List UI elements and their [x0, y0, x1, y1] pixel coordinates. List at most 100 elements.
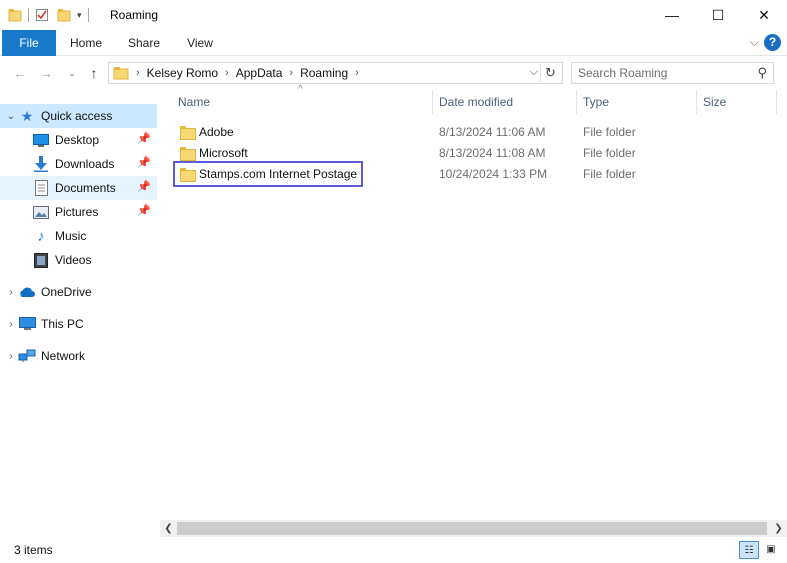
- pin-icon: 📌: [137, 133, 151, 145]
- collapsed-chevron-icon[interactable]: ›: [4, 287, 18, 298]
- file-name-cell[interactable]: Adobe: [180, 123, 234, 141]
- sidebar-item-downloads[interactable]: Downloads 📌: [0, 152, 157, 176]
- item-count: 3 items: [14, 543, 53, 557]
- large-icons-view-icon[interactable]: ▣: [761, 541, 781, 559]
- music-icon: ♪: [37, 227, 45, 245]
- window-title: Roaming: [110, 8, 159, 22]
- breadcrumb-chevron-icon[interactable]: ›: [289, 67, 293, 79]
- recent-locations-icon[interactable]: ⌄: [62, 63, 82, 83]
- pin-icon: 📌: [137, 157, 151, 169]
- table-row[interactable]: Microsoft 8/13/2024 11:08 AM File folder: [180, 142, 780, 163]
- folder-icon: [180, 168, 196, 182]
- search-icon[interactable]: ⚲: [757, 65, 767, 81]
- videos-icon: [32, 252, 50, 268]
- date-modified-cell: 8/13/2024 11:06 AM: [439, 125, 546, 139]
- scroll-right-icon[interactable]: ❯: [770, 520, 787, 537]
- sidebar-item-label: Documents: [55, 181, 116, 195]
- up-arrow-icon[interactable]: ↑: [84, 63, 104, 83]
- sidebar-item-onedrive[interactable]: › OneDrive: [0, 280, 157, 304]
- address-dropdown-icon[interactable]: ⌵: [530, 66, 538, 79]
- tab-share[interactable]: Share: [120, 30, 168, 56]
- sidebar-item-pictures[interactable]: Pictures 📌: [0, 200, 157, 224]
- breadcrumb-chevron-icon[interactable]: ›: [136, 67, 140, 79]
- sidebar-item-label: Quick access: [41, 109, 113, 123]
- sidebar-item-music[interactable]: ♪ Music: [0, 224, 157, 248]
- column-divider[interactable]: [432, 90, 433, 114]
- close-button[interactable]: ✕: [741, 0, 787, 30]
- tab-view[interactable]: View: [178, 30, 222, 56]
- title-bar: ▾ Roaming — ☐ ✕: [0, 0, 787, 30]
- divider: [28, 8, 29, 22]
- file-list: ^ Name Date modified Type Size Adobe 8/1…: [170, 84, 787, 520]
- table-row[interactable]: Adobe 8/13/2024 11:06 AM File folder: [180, 121, 780, 142]
- back-arrow-icon[interactable]: ←: [10, 63, 30, 83]
- breadcrumb-user[interactable]: Kelsey Romo: [147, 66, 218, 80]
- sidebar-item-label: Music: [55, 229, 87, 243]
- properties-icon[interactable]: [35, 8, 49, 22]
- collapsed-chevron-icon[interactable]: ›: [4, 351, 18, 362]
- column-header-type[interactable]: Type: [583, 90, 683, 114]
- expand-ribbon-icon[interactable]: ⌵: [750, 35, 759, 50]
- column-divider[interactable]: [576, 90, 577, 114]
- minimize-button[interactable]: —: [649, 0, 695, 30]
- star-icon: ★: [20, 107, 34, 124]
- breadcrumb-chevron-icon[interactable]: ›: [225, 67, 229, 79]
- folder-icon[interactable]: [8, 8, 22, 22]
- collapsed-chevron-icon[interactable]: ›: [4, 319, 18, 330]
- ribbon: File Home Share View ⌵ ?: [0, 30, 787, 56]
- sidebar-item-label: Desktop: [55, 133, 100, 147]
- pictures-icon: [32, 204, 50, 220]
- table-row[interactable]: Stamps.com Internet Postage 10/24/2024 1…: [172, 161, 780, 187]
- horizontal-scrollbar[interactable]: ❮ ❯: [160, 520, 787, 537]
- sidebar-item-label: Downloads: [55, 157, 115, 171]
- column-header-name[interactable]: Name: [178, 90, 428, 114]
- file-name-cell[interactable]: Microsoft: [180, 144, 248, 162]
- sidebar-item-documents[interactable]: Documents 📌: [0, 176, 157, 200]
- window-controls: — ☐ ✕: [649, 0, 787, 30]
- file-name: Stamps.com Internet Postage: [199, 167, 358, 181]
- type-cell: File folder: [583, 167, 636, 181]
- file-name: Adobe: [199, 125, 234, 139]
- search-input[interactable]: [578, 63, 748, 83]
- scroll-left-icon[interactable]: ❮: [160, 520, 177, 537]
- column-divider[interactable]: [696, 90, 697, 114]
- file-name: Microsoft: [199, 146, 248, 160]
- details-view-icon[interactable]: ☷: [739, 541, 759, 559]
- sidebar-item-label: Videos: [55, 253, 92, 267]
- tab-home[interactable]: Home: [62, 30, 110, 56]
- breadcrumb-appdata[interactable]: AppData: [236, 66, 283, 80]
- downloads-icon: [32, 156, 50, 172]
- help-button[interactable]: ?: [764, 34, 781, 51]
- breadcrumb-chevron-icon[interactable]: ›: [355, 67, 359, 79]
- maximize-button[interactable]: ☐: [695, 0, 741, 30]
- sidebar-item-this-pc[interactable]: › This PC: [0, 312, 157, 336]
- quick-access-toolbar: ▾: [8, 6, 95, 24]
- computer-icon: [18, 316, 36, 332]
- desktop-icon: [32, 132, 50, 148]
- sidebar-item-label: Network: [41, 349, 86, 363]
- address-bar[interactable]: › Kelsey Romo › AppData › Roaming › ⌵ ↻: [108, 62, 563, 84]
- sidebar-item-label: Pictures: [55, 205, 99, 219]
- date-modified-cell: 8/13/2024 11:08 AM: [439, 146, 546, 160]
- column-header-size[interactable]: Size: [703, 90, 763, 114]
- refresh-icon[interactable]: ↻: [540, 64, 560, 82]
- sidebar-item-desktop[interactable]: Desktop 📌: [0, 128, 157, 152]
- folder-icon: [113, 67, 129, 80]
- sidebar-item-videos[interactable]: Videos: [0, 248, 157, 272]
- forward-arrow-icon[interactable]: →: [36, 63, 56, 83]
- sidebar-item-network[interactable]: › Network: [0, 344, 157, 368]
- new-folder-icon[interactable]: [57, 8, 71, 22]
- sidebar-item-label: This PC: [41, 317, 84, 331]
- column-divider[interactable]: [776, 90, 777, 114]
- documents-icon: [32, 180, 50, 196]
- customize-toolbar-dropdown-icon[interactable]: ▾: [77, 10, 82, 21]
- folder-icon: [180, 147, 196, 161]
- tab-file[interactable]: File: [2, 30, 56, 56]
- file-name-cell[interactable]: Stamps.com Internet Postage: [172, 161, 364, 187]
- expanded-chevron-icon[interactable]: ⌄: [4, 111, 18, 122]
- breadcrumb-roaming[interactable]: Roaming: [300, 66, 348, 80]
- search-box[interactable]: ⚲: [571, 62, 774, 84]
- scrollbar-thumb[interactable]: [177, 522, 767, 535]
- column-header-date-modified[interactable]: Date modified: [439, 90, 569, 114]
- sidebar-item-quick-access[interactable]: ⌄ ★ Quick access: [0, 104, 157, 128]
